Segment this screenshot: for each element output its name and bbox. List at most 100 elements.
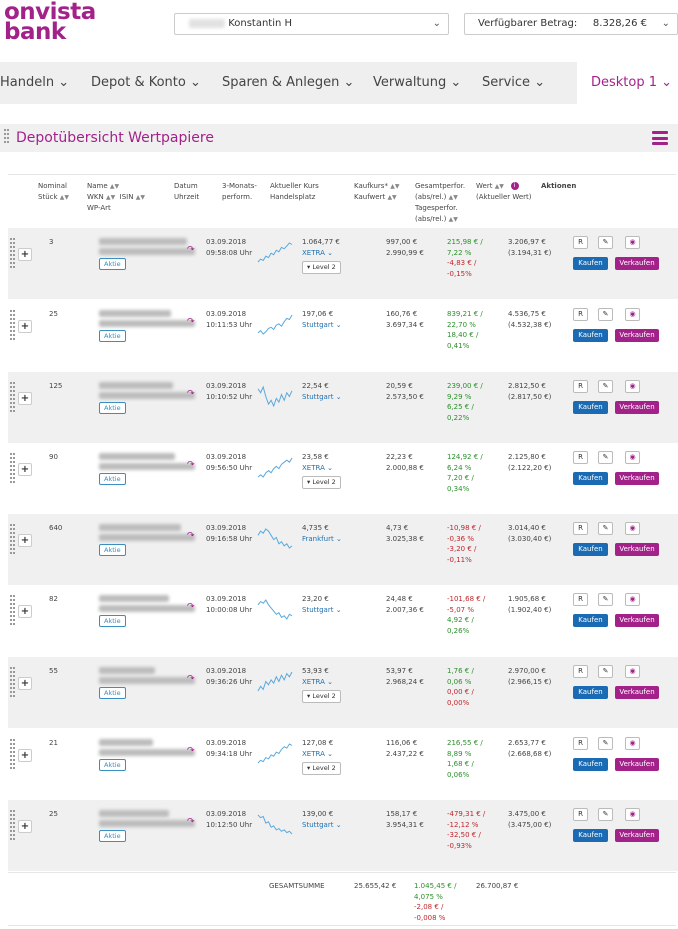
kaufen-button[interactable]: Kaufen [573,758,608,771]
share-arrow-icon[interactable]: ↷ [187,817,195,827]
drag-handle-icon[interactable] [10,810,16,842]
nav-item-sparen-anlegen[interactable]: Sparen & Anlegen ⌄ [222,62,354,104]
onvista-bank-logo[interactable]: onvista bank [4,1,96,44]
kaufen-button[interactable]: Kaufen [573,329,608,342]
r-button[interactable]: R [573,308,588,321]
drag-handle-icon[interactable] [4,129,9,147]
col-nominal[interactable]: Nominal Stück ▲▼ [38,181,69,203]
kaufen-button[interactable]: Kaufen [573,686,608,699]
drag-handle-icon[interactable] [10,667,16,699]
expand-row-button[interactable]: + [18,749,32,762]
r-button[interactable]: R [573,737,588,750]
share-arrow-icon[interactable]: ↷ [187,674,195,684]
drag-handle-icon[interactable] [10,739,16,771]
kaufen-button[interactable]: Kaufen [573,829,608,842]
exchange-selector[interactable]: Stuttgart ⌄ [302,820,342,831]
drag-handle-icon[interactable] [10,238,16,270]
verkaufen-button[interactable]: Verkaufen [615,758,659,771]
share-arrow-icon[interactable]: ↷ [187,245,195,255]
exchange-selector[interactable]: XETRA ⌄ [302,463,333,474]
level2-button[interactable]: ▾ Level 2 [302,476,341,489]
r-button[interactable]: R [573,522,588,535]
pencil-icon[interactable]: ✎ [598,380,613,393]
share-arrow-icon[interactable]: ↷ [187,317,195,327]
share-arrow-icon[interactable]: ↷ [187,746,195,756]
kaufen-button[interactable]: Kaufen [573,257,608,270]
ring-icon[interactable]: ◉ [625,593,640,606]
ring-icon[interactable]: ◉ [625,236,640,249]
exchange-selector[interactable]: Frankfurt ⌄ [302,534,342,545]
level2-button[interactable]: ▾ Level 2 [302,690,341,703]
pencil-icon[interactable]: ✎ [598,665,613,678]
verkaufen-button[interactable]: Verkaufen [615,686,659,699]
expand-row-button[interactable]: + [18,677,32,690]
account-selector[interactable]: 327982 Konstantin H ⌄ [174,13,449,35]
share-arrow-icon[interactable]: ↷ [187,460,195,470]
verkaufen-button[interactable]: Verkaufen [615,543,659,556]
expand-row-button[interactable]: + [18,320,32,333]
nav-item-verwaltung[interactable]: Verwaltung ⌄ [373,62,461,104]
ring-icon[interactable]: ◉ [625,522,640,535]
pencil-icon[interactable]: ✎ [598,593,613,606]
r-button[interactable]: R [573,665,588,678]
verkaufen-button[interactable]: Verkaufen [615,614,659,627]
exchange-selector[interactable]: XETRA ⌄ [302,248,333,259]
verkaufen-button[interactable]: Verkaufen [615,329,659,342]
exchange-selector[interactable]: XETRA ⌄ [302,677,333,688]
pencil-icon[interactable]: ✎ [598,308,613,321]
exchange-selector[interactable]: XETRA ⌄ [302,749,333,760]
expand-row-button[interactable]: + [18,463,32,476]
drag-handle-icon[interactable] [10,524,16,556]
expand-row-button[interactable]: + [18,605,32,618]
verkaufen-button[interactable]: Verkaufen [615,401,659,414]
expand-row-button[interactable]: + [18,248,32,261]
expand-row-button[interactable]: + [18,820,32,833]
nav-item-handeln[interactable]: Handeln ⌄ [0,62,69,104]
share-arrow-icon[interactable]: ↷ [187,602,195,612]
verkaufen-button[interactable]: Verkaufen [615,829,659,842]
pencil-icon[interactable]: ✎ [598,236,613,249]
kaufen-button[interactable]: Kaufen [573,614,608,627]
drag-handle-icon[interactable] [10,310,16,342]
drag-handle-icon[interactable] [10,595,16,627]
exchange-selector[interactable]: Stuttgart ⌄ [302,392,342,403]
share-arrow-icon[interactable]: ↷ [187,531,195,541]
verkaufen-button[interactable]: Verkaufen [615,257,659,270]
ring-icon[interactable]: ◉ [625,737,640,750]
kaufen-button[interactable]: Kaufen [573,543,608,556]
kaufen-button[interactable]: Kaufen [573,472,608,485]
col-kaufkurs[interactable]: Kaufkurs* ▲▼ Kaufwert ▲▼ [354,181,399,203]
expand-row-button[interactable]: + [18,392,32,405]
ring-icon[interactable]: ◉ [625,451,640,464]
r-button[interactable]: R [573,451,588,464]
share-arrow-icon[interactable]: ↷ [187,389,195,399]
r-button[interactable]: R [573,593,588,606]
level2-button[interactable]: ▾ Level 2 [302,261,341,274]
kaufen-button[interactable]: Kaufen [573,401,608,414]
available-amount-selector[interactable]: Verfügbarer Betrag: 8.328,26 € ⌄ [464,13,678,35]
nav-item-depot-konto[interactable]: Depot & Konto ⌄ [91,62,201,104]
pencil-icon[interactable]: ✎ [598,522,613,535]
col-performance[interactable]: Gesamtperfor. (abs/rel.) ▲▼ Tagesperfor. (a… [415,181,465,225]
drag-handle-icon[interactable] [10,453,16,485]
exchange-selector[interactable]: Stuttgart ⌄ [302,320,342,331]
pencil-icon[interactable]: ✎ [598,737,613,750]
level2-button[interactable]: ▾ Level 2 [302,762,341,775]
col-wert[interactable]: Wert ▲▼ i (Aktueller Wert) [476,181,532,203]
ring-icon[interactable]: ◉ [625,808,640,821]
col-name[interactable]: Name ▲▼ WKN ▲▼ ISIN ▲▼ WP-Art [87,181,145,214]
drag-handle-icon[interactable] [10,382,16,414]
expand-row-button[interactable]: + [18,534,32,547]
exchange-selector[interactable]: Stuttgart ⌄ [302,605,342,616]
r-button[interactable]: R [573,808,588,821]
r-button[interactable]: R [573,236,588,249]
ring-icon[interactable]: ◉ [625,380,640,393]
nav-item-service[interactable]: Service ⌄ [482,62,545,104]
hamburger-menu-icon[interactable] [652,131,668,145]
pencil-icon[interactable]: ✎ [598,808,613,821]
ring-icon[interactable]: ◉ [625,308,640,321]
verkaufen-button[interactable]: Verkaufen [615,472,659,485]
r-button[interactable]: R [573,380,588,393]
nav-item-desktop-1[interactable]: Desktop 1 ⌄ [577,62,678,104]
pencil-icon[interactable]: ✎ [598,451,613,464]
